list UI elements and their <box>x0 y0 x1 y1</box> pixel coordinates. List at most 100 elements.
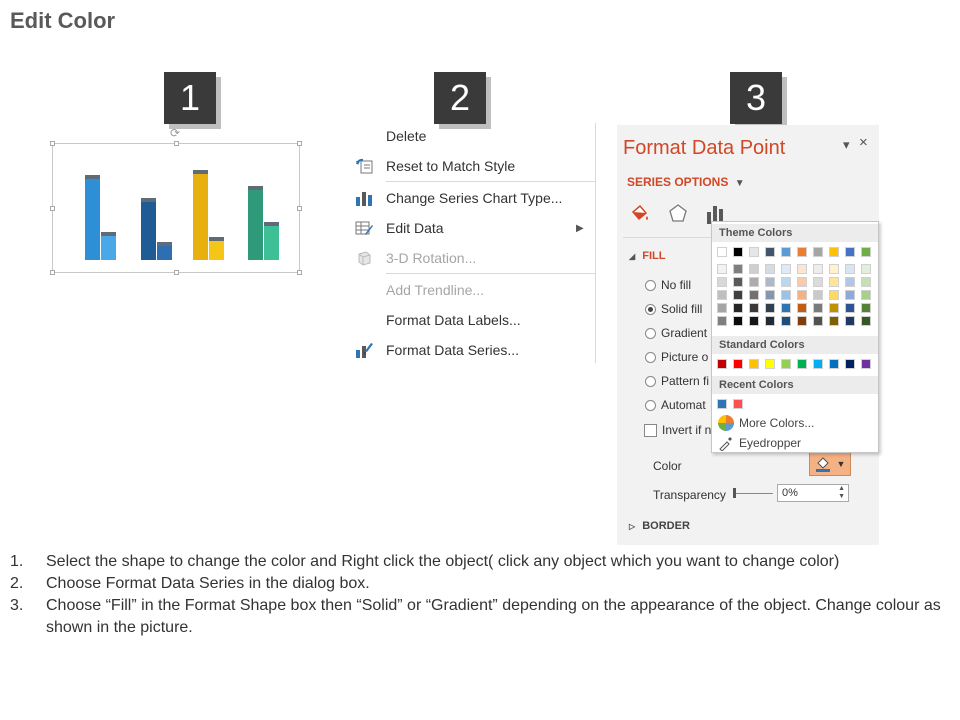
theme-shade-swatch[interactable] <box>781 290 791 300</box>
spinner-arrows-icon[interactable]: ▲ ▼ <box>838 485 845 501</box>
standard-color-swatch[interactable] <box>749 359 759 369</box>
standard-color-swatch[interactable] <box>861 359 871 369</box>
theme-color-swatch[interactable] <box>765 247 775 257</box>
theme-color-swatch[interactable] <box>829 247 839 257</box>
standard-color-swatch[interactable] <box>813 359 823 369</box>
theme-color-swatch[interactable] <box>717 247 727 257</box>
radio-solid-fill[interactable]: Solid fill <box>645 302 702 316</box>
radio-no-fill[interactable]: No fill <box>645 278 691 292</box>
eyedropper-button[interactable]: Eyedropper <box>718 435 801 451</box>
theme-shade-swatch[interactable] <box>765 277 775 287</box>
theme-shade-swatch[interactable] <box>765 290 775 300</box>
theme-shade-swatch[interactable] <box>797 264 807 274</box>
theme-shade-swatch[interactable] <box>749 264 759 274</box>
radio-button[interactable] <box>645 375 656 387</box>
bar-series-1-cat-4[interactable] <box>248 186 263 260</box>
theme-shade-swatch[interactable] <box>829 277 839 287</box>
theme-color-swatch[interactable] <box>861 247 871 257</box>
more-colors-button[interactable]: More Colors... <box>718 415 814 431</box>
bar-series-2-cat-3[interactable] <box>209 237 224 260</box>
theme-color-swatch[interactable] <box>749 247 759 257</box>
theme-color-swatch[interactable] <box>733 247 743 257</box>
theme-color-swatch[interactable] <box>797 247 807 257</box>
chart-selection-frame[interactable]: ⟳ <box>50 126 302 275</box>
standard-color-swatch[interactable] <box>845 359 855 369</box>
theme-shade-swatch[interactable] <box>845 303 855 313</box>
theme-shade-swatch[interactable] <box>717 303 727 313</box>
menu-item-delete[interactable]: Delete <box>352 123 595 149</box>
border-section-header[interactable]: ▷ BORDER <box>629 520 690 532</box>
transparency-spinner[interactable]: 0% ▲ ▼ <box>777 484 849 502</box>
recent-color-swatch[interactable] <box>717 399 727 409</box>
theme-shade-swatch[interactable] <box>765 316 775 326</box>
theme-shade-swatch[interactable] <box>829 316 839 326</box>
theme-shade-swatch[interactable] <box>861 303 871 313</box>
effects-tab-icon[interactable] <box>667 203 689 225</box>
fill-line-tab-icon[interactable] <box>629 203 651 225</box>
radio-gradient-fill[interactable]: Gradient <box>645 326 707 340</box>
theme-shade-swatch[interactable] <box>829 264 839 274</box>
bar-series-2-cat-1[interactable] <box>101 232 116 260</box>
radio-button[interactable] <box>645 303 656 315</box>
checkbox[interactable] <box>644 423 657 437</box>
standard-color-swatch[interactable] <box>829 359 839 369</box>
radio-automatic-fill[interactable]: Automat <box>645 398 706 412</box>
transparency-slider[interactable] <box>733 493 773 494</box>
theme-shade-swatch[interactable] <box>749 303 759 313</box>
theme-shade-swatch[interactable] <box>781 316 791 326</box>
bar-series-1-cat-2[interactable] <box>141 198 156 260</box>
rotate-handle-icon[interactable]: ⟳ <box>170 126 182 140</box>
theme-shade-swatch[interactable] <box>717 290 727 300</box>
standard-color-swatch[interactable] <box>781 359 791 369</box>
menu-item-reset-style[interactable]: Reset to Match Style <box>352 153 595 179</box>
recent-color-swatch[interactable] <box>733 399 743 409</box>
theme-shade-swatch[interactable] <box>749 277 759 287</box>
theme-shade-swatch[interactable] <box>733 303 743 313</box>
theme-shade-swatch[interactable] <box>797 316 807 326</box>
theme-shade-swatch[interactable] <box>861 277 871 287</box>
theme-shade-swatch[interactable] <box>717 264 727 274</box>
theme-shade-swatch[interactable] <box>781 264 791 274</box>
theme-shade-swatch[interactable] <box>717 316 727 326</box>
theme-color-swatch[interactable] <box>813 247 823 257</box>
theme-shade-swatch[interactable] <box>781 303 791 313</box>
radio-picture-fill[interactable]: Picture o <box>645 350 708 364</box>
theme-shade-swatch[interactable] <box>781 277 791 287</box>
theme-shade-swatch[interactable] <box>829 303 839 313</box>
menu-item-format-data-series[interactable]: Format Data Series... <box>352 337 595 363</box>
theme-shade-swatch[interactable] <box>861 290 871 300</box>
radio-button[interactable] <box>645 351 656 363</box>
theme-shade-swatch[interactable] <box>797 303 807 313</box>
theme-shade-swatch[interactable] <box>717 277 727 287</box>
invert-if-negative-checkbox[interactable]: Invert if n <box>644 423 711 437</box>
radio-button[interactable] <box>645 327 656 339</box>
standard-color-swatch[interactable] <box>717 359 727 369</box>
theme-shade-swatch[interactable] <box>797 290 807 300</box>
theme-shade-swatch[interactable] <box>861 264 871 274</box>
theme-shade-swatch[interactable] <box>861 316 871 326</box>
theme-shade-swatch[interactable] <box>797 277 807 287</box>
theme-color-swatch[interactable] <box>845 247 855 257</box>
bar-series-2-cat-2[interactable] <box>157 242 172 260</box>
theme-shade-swatch[interactable] <box>845 264 855 274</box>
theme-shade-swatch[interactable] <box>749 290 759 300</box>
theme-shade-swatch[interactable] <box>829 290 839 300</box>
bar-series-1-cat-3[interactable] <box>193 170 208 260</box>
theme-shade-swatch[interactable] <box>733 264 743 274</box>
close-icon[interactable]: × <box>859 134 868 151</box>
theme-shade-swatch[interactable] <box>813 264 823 274</box>
fill-section-header[interactable]: ◢ FILL <box>629 250 665 262</box>
menu-item-format-data-labels[interactable]: Format Data Labels... <box>352 307 595 333</box>
theme-color-swatch[interactable] <box>781 247 791 257</box>
theme-shade-swatch[interactable] <box>813 290 823 300</box>
theme-shade-swatch[interactable] <box>845 277 855 287</box>
standard-color-swatch[interactable] <box>765 359 775 369</box>
bar-series-1-cat-1[interactable] <box>85 175 100 260</box>
radio-button[interactable] <box>645 399 656 411</box>
menu-item-change-chart-type[interactable]: Change Series Chart Type... <box>352 185 595 211</box>
bar-series-2-cat-4[interactable] <box>264 222 279 260</box>
theme-shade-swatch[interactable] <box>813 277 823 287</box>
standard-color-swatch[interactable] <box>733 359 743 369</box>
theme-shade-swatch[interactable] <box>733 316 743 326</box>
theme-shade-swatch[interactable] <box>813 316 823 326</box>
